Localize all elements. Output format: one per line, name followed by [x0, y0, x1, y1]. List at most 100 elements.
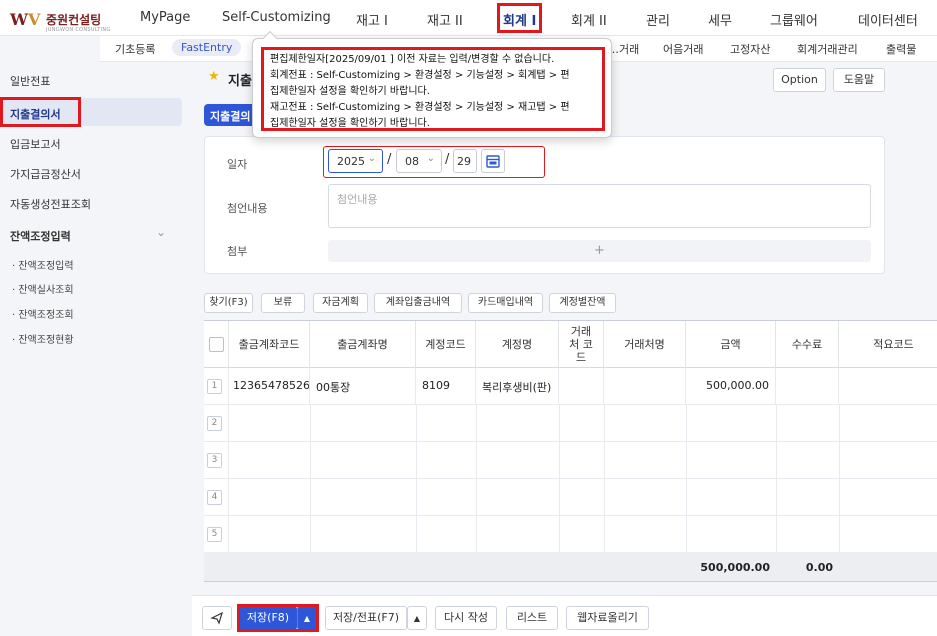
option-button[interactable]: Option [773, 68, 826, 92]
column-header[interactable]: 거래처 코드 [559, 321, 604, 368]
subnav-transactions[interactable]: …거래 [608, 41, 639, 57]
tooltip-line: 재고전표 : Self-Customizing > 환경설정 > 기능설정 > … [270, 102, 570, 113]
sidebar-subitem-balance-input[interactable]: · 잔액조정입력 [12, 257, 74, 272]
nav-accounting-2[interactable]: 회계 II [571, 10, 607, 29]
table-row[interactable] [229, 405, 937, 442]
nav-inventory-1[interactable]: 재고 I [356, 10, 388, 29]
total-row-spacer [204, 552, 686, 581]
table-cell[interactable] [604, 368, 686, 405]
main-content: ★ 지출결의서 Option 도움말 지출결의서 일자 2025⌄ / 08⌄ … [192, 62, 937, 636]
row-number: 5 [207, 527, 222, 542]
table-cell[interactable] [839, 368, 937, 405]
account-balance-button[interactable]: 계정별잔액 [549, 293, 616, 313]
subnav-bill-transactions[interactable]: 어음거래 [663, 41, 703, 57]
sidebar-item-general-voucher[interactable]: 일반전표 [10, 73, 50, 89]
table-row[interactable] [229, 479, 937, 516]
column-header[interactable]: 계정명 [476, 321, 559, 368]
subnav-printouts[interactable]: 출력물 [886, 41, 916, 57]
sidebar-subitem-balance-audit[interactable]: · 잔액실사조회 [12, 281, 74, 296]
column-header[interactable]: 수수료 [776, 321, 839, 368]
column-header[interactable]: 적요코드 [839, 321, 937, 368]
table-row[interactable] [229, 442, 937, 479]
sidebar-item-advance-settlement[interactable]: 가지급금정산서 [10, 166, 81, 182]
sidebar-subitem-label: 잔액실사조회 [18, 285, 74, 296]
logo-subtitle: JUNGWON CONSULTING [46, 27, 111, 33]
column-divider [416, 405, 417, 552]
add-attachment-button[interactable]: + [328, 240, 871, 262]
table-cell[interactable]: 500,000.00 [686, 368, 776, 405]
sidebar-item-auto-voucher-query[interactable]: 자동생성전표조회 [10, 196, 91, 212]
chevron-down-icon: ⌄ [426, 153, 435, 164]
table-cell[interactable]: 8109 [416, 368, 476, 405]
column-header[interactable]: 출금계좌명 [310, 321, 416, 368]
column-divider [476, 405, 477, 552]
memo-textarea[interactable]: 첨언내용 [328, 184, 871, 228]
table-cell[interactable] [776, 368, 839, 405]
sidebar-subitem-label: 잔액조정현황 [18, 335, 74, 346]
table-row-number-cell: 2 [204, 405, 229, 442]
sidebar-subitem-balance-status[interactable]: · 잔액조정현황 [12, 331, 74, 346]
save-dropdown-button[interactable]: ▲ [297, 606, 317, 630]
rewrite-button[interactable]: 다시 작성 [435, 606, 497, 630]
edit-restriction-tooltip: 편집제한일자[2025/09/01 ] 이전 자료는 입력/변경할 수 없습니다… [252, 30, 612, 138]
tooltip-line: 편집제한일자[2025/09/01 ] 이전 자료는 입력/변경할 수 없습니다… [270, 54, 555, 65]
year-select[interactable]: 2025 ⌄ [328, 149, 383, 173]
calendar-button[interactable] [481, 149, 505, 173]
select-all-header [204, 321, 229, 368]
column-divider [686, 405, 687, 552]
save-button[interactable]: 저장(F8) [239, 606, 297, 630]
table-cell[interactable] [559, 368, 604, 405]
subnav-accounting-management[interactable]: 회계거래관리 [797, 41, 858, 57]
company-logo[interactable]: WV 중원컨설팅 JUNGWON CONSULTING [10, 8, 120, 33]
star-icon[interactable]: ★ [208, 69, 220, 84]
column-header[interactable]: 출금계좌코드 [229, 321, 310, 368]
fund-plan-button[interactable]: 자금계획 [313, 293, 368, 313]
sidebar-item-deposit-report[interactable]: 입금보고서 [10, 136, 61, 152]
subnav-basic-registration[interactable]: 기초등록 [115, 41, 155, 57]
column-header[interactable]: 계정코드 [416, 321, 476, 368]
web-upload-button[interactable]: 웹자료올리기 [566, 606, 649, 630]
calendar-icon [486, 155, 500, 168]
nav-tax[interactable]: 세무 [708, 10, 732, 29]
table-cell[interactable]: 123654785269 [229, 368, 310, 405]
list-button[interactable]: 리스트 [506, 606, 558, 630]
help-button[interactable]: 도움말 [833, 68, 885, 92]
subnav-fastentry[interactable]: FastEntry [172, 39, 242, 56]
account-transactions-button[interactable]: 계좌입출금내역 [374, 293, 462, 313]
caret-up-icon: ▲ [413, 614, 421, 623]
send-icon [210, 611, 223, 625]
sidebar-item-expense-report[interactable]: 지출결의서 [2, 98, 182, 126]
form-card: 일자 2025 ⌄ / 08 ⌄ / 29 첨언내용 첨언내용 첨부 + [204, 136, 885, 274]
nav-data-center[interactable]: 데이터센터 [858, 10, 918, 29]
subnav-fixed-assets[interactable]: 고정자산 [730, 41, 770, 57]
column-header[interactable]: 거래처명 [604, 321, 686, 368]
card-purchases-button[interactable]: 카드매입내역 [468, 293, 543, 313]
row-number: 4 [207, 490, 222, 505]
table-cell[interactable]: 복리후생비(판) [476, 368, 559, 405]
nav-inventory-2[interactable]: 재고 II [427, 10, 463, 29]
save-voucher-dropdown-button[interactable]: ▲ [407, 606, 427, 630]
sidebar-subitem-label: 잔액조정입력 [18, 261, 74, 272]
day-input[interactable]: 29 [453, 149, 477, 173]
table-cell[interactable]: 00통장 [310, 368, 416, 405]
find-button[interactable]: 찾기(F3) [204, 293, 253, 313]
hold-button[interactable]: 보류 [261, 293, 305, 313]
top-navigation-bar: WV 중원컨설팅 JUNGWON CONSULTING MyPage Self-… [0, 0, 937, 36]
nav-groupware[interactable]: 그룹웨어 [770, 10, 818, 29]
sidebar-subitem-balance-query[interactable]: · 잔액조정조회 [12, 306, 74, 321]
nav-self-customizing[interactable]: Self-Customizing [222, 10, 331, 25]
month-select[interactable]: 08 ⌄ [396, 149, 442, 173]
save-voucher-button[interactable]: 저장/전표(F7) [325, 606, 407, 630]
column-header[interactable]: 금액 [686, 321, 776, 368]
table-row[interactable] [229, 516, 937, 553]
nav-management[interactable]: 관리 [646, 10, 670, 29]
send-button[interactable] [202, 606, 232, 630]
chevron-down-icon: ⌄ [367, 153, 376, 164]
nav-accounting-1[interactable]: 회계 I [503, 10, 536, 29]
chevron-down-icon[interactable]: ⌄ [156, 225, 166, 239]
sidebar-group-balance-adjustment[interactable]: 잔액조정입력 [10, 228, 71, 244]
select-all-checkbox[interactable] [208, 336, 224, 352]
month-value: 08 [405, 155, 419, 168]
nav-mypage[interactable]: MyPage [140, 10, 190, 25]
logo-name: 중원컨설팅 [46, 13, 102, 27]
